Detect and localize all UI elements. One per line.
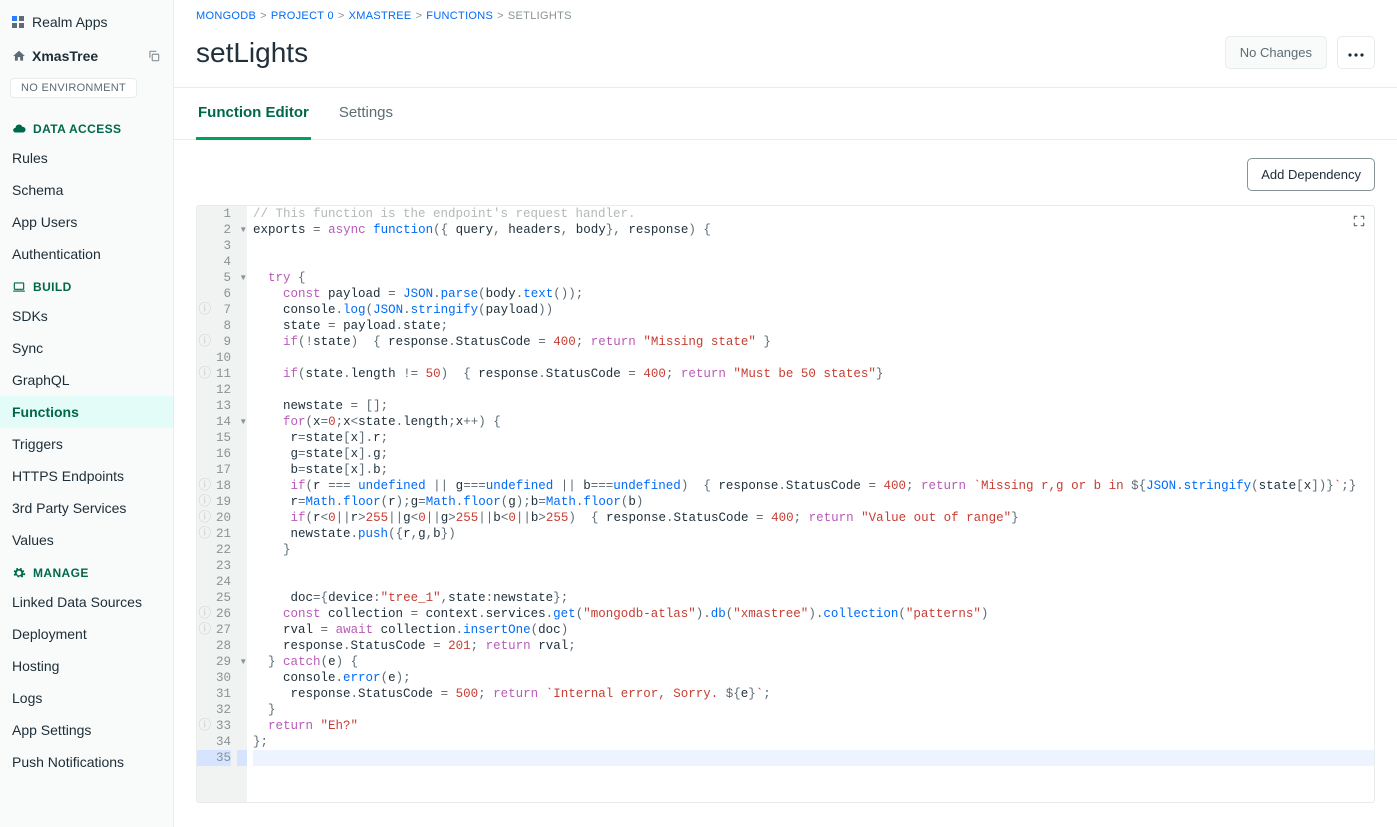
sidebar-item-app-users[interactable]: App Users: [0, 206, 173, 238]
section-build: BUILD: [0, 270, 173, 300]
sidebar-item-deployment[interactable]: Deployment: [0, 618, 173, 650]
gear-icon: [12, 566, 26, 580]
sidebar-item-hosting[interactable]: Hosting: [0, 650, 173, 682]
no-changes-button[interactable]: No Changes: [1225, 36, 1327, 69]
copy-icon[interactable]: [147, 49, 161, 63]
breadcrumb-item[interactable]: XMASTREE: [349, 10, 412, 22]
sidebar-item-push-notifications[interactable]: Push Notifications: [0, 746, 173, 778]
fullscreen-icon: [1352, 214, 1366, 228]
sidebar-item-functions[interactable]: Functions: [0, 396, 173, 428]
sidebar-item-rules[interactable]: Rules: [0, 142, 173, 174]
sidebar-item-logs[interactable]: Logs: [0, 682, 173, 714]
breadcrumb-item[interactable]: FUNCTIONS: [426, 10, 493, 22]
sidebar-item-authentication[interactable]: Authentication: [0, 238, 173, 270]
app-switcher[interactable]: XmasTree: [0, 42, 173, 74]
laptop-icon: [12, 280, 26, 294]
realm-grid-icon: [12, 16, 24, 28]
sidebar-item-sync[interactable]: Sync: [0, 332, 173, 364]
sidebar-item-triggers[interactable]: Triggers: [0, 428, 173, 460]
add-dependency-button[interactable]: Add Dependency: [1247, 158, 1375, 191]
sidebar-item-graphql[interactable]: GraphQL: [0, 364, 173, 396]
breadcrumb-item[interactable]: MONGODB: [196, 10, 256, 22]
tab-settings[interactable]: Settings: [337, 88, 395, 139]
section-manage: MANAGE: [0, 556, 173, 586]
environment-pill[interactable]: NO ENVIRONMENT: [10, 78, 137, 98]
tab-bar: Function Editor Settings: [174, 88, 1397, 140]
code-editor[interactable]: ⓘⓘⓘⓘⓘⓘⓘⓘⓘⓘ123456789101112131415161718192…: [196, 205, 1375, 803]
home-icon: [12, 49, 26, 63]
sidebar-item-3rd-party-services[interactable]: 3rd Party Services: [0, 492, 173, 524]
sidebar: Realm Apps XmasTree NO ENVIRONMENT DATA …: [0, 0, 174, 827]
brand-label: Realm Apps: [32, 14, 107, 30]
breadcrumb-item: SETLIGHTS: [508, 10, 572, 22]
page-title: setLights: [196, 37, 308, 69]
sidebar-item-values[interactable]: Values: [0, 524, 173, 556]
tab-function-editor[interactable]: Function Editor: [196, 88, 311, 140]
sidebar-item-linked-data-sources[interactable]: Linked Data Sources: [0, 586, 173, 618]
cloud-icon: [12, 122, 26, 136]
breadcrumb: MONGODB>PROJECT 0>XMASTREE>FUNCTIONS>SET…: [174, 0, 1397, 22]
sidebar-item-https-endpoints[interactable]: HTTPS Endpoints: [0, 460, 173, 492]
sidebar-item-app-settings[interactable]: App Settings: [0, 714, 173, 746]
ellipsis-icon: [1348, 53, 1364, 57]
brand-logo: Realm Apps: [0, 0, 173, 42]
breadcrumb-item[interactable]: PROJECT 0: [271, 10, 334, 22]
sidebar-item-schema[interactable]: Schema: [0, 174, 173, 206]
section-data-access: DATA ACCESS: [0, 112, 173, 142]
fullscreen-button[interactable]: [1352, 214, 1366, 231]
sidebar-item-sdks[interactable]: SDKs: [0, 300, 173, 332]
more-menu-button[interactable]: [1337, 36, 1375, 69]
main: MONGODB>PROJECT 0>XMASTREE>FUNCTIONS>SET…: [174, 0, 1397, 827]
app-name: XmasTree: [32, 48, 98, 64]
